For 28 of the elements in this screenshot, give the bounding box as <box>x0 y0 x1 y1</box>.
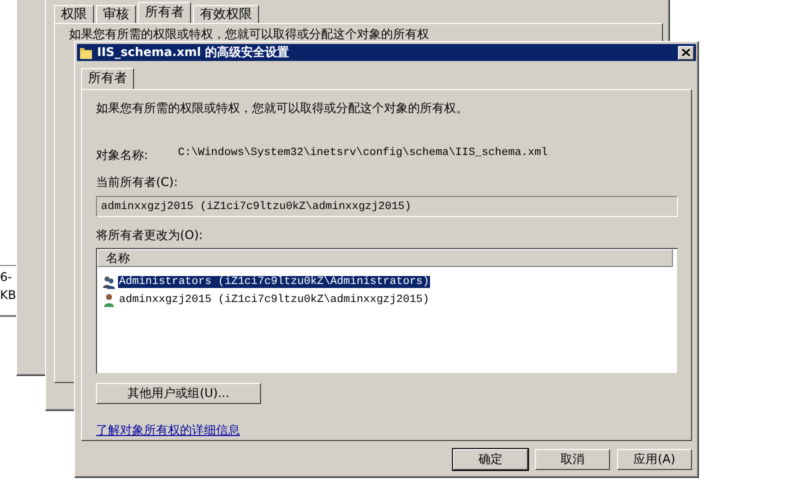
details-link[interactable]: 了解对象所有权的详细信息 <box>96 422 240 439</box>
tab[interactable]: 所有者 <box>138 2 191 23</box>
column-header[interactable]: 名称 <box>97 249 673 267</box>
fragment-text: 6- <box>0 270 13 284</box>
close-button[interactable] <box>678 46 694 60</box>
change-owner-label: 将所有者更改为(O): <box>96 227 204 244</box>
object-path: C:\Windows\System32\inetsrv\config\schema\IIS_schema.xml <box>178 147 548 161</box>
tab[interactable]: 有效权限 <box>193 5 259 23</box>
intro-text: 如果您有所需的权限或特权，您就可以取得或分配这个对象的所有权 <box>69 27 429 41</box>
tab[interactable]: 权限 <box>54 5 94 23</box>
list-item[interactable]: adminxxgzj2015 (iZ1ci7c9ltzu0kZ\adminxxgzj2015) <box>118 294 430 306</box>
current-owner-label: 当前所有者(C): <box>96 174 179 191</box>
tab[interactable]: 审核 <box>96 5 136 23</box>
other-users-button[interactable]: 其他用户或组(U)... <box>96 383 261 404</box>
intro-text: 如果您有所需的权限或特权，您就可以取得或分配这个对象的所有权。 <box>96 100 469 117</box>
window-title: IIS_schema.xml 的高级安全设置 <box>97 44 290 61</box>
object-label: 对象名称: <box>96 147 148 164</box>
dialog-button[interactable]: 应用(A) <box>617 449 692 470</box>
dialog-button[interactable]: 取消 <box>535 449 610 470</box>
folder-icon <box>79 46 93 60</box>
tab[interactable]: 所有者 <box>81 68 134 89</box>
list-item[interactable]: Administrators (iZ1ci7c9ltzu0kZ\Administrators) <box>118 276 430 288</box>
dialog-button[interactable]: 确定 <box>453 449 528 470</box>
close-icon <box>682 49 690 56</box>
user-icon <box>102 293 116 307</box>
users-icon <box>102 275 116 289</box>
current-owner-field[interactable]: adminxxgzj2015 (iZ1ci7c9ltzu0kZ\adminxxgzj2015) <box>96 196 678 217</box>
fragment-text: KB <box>0 288 16 302</box>
